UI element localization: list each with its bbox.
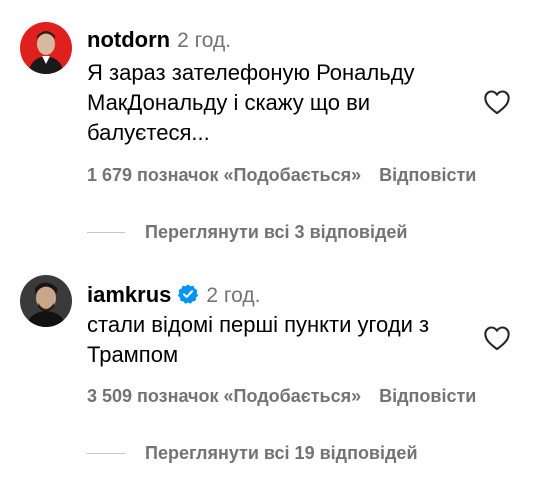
avatar[interactable] xyxy=(20,22,72,74)
view-replies-button[interactable]: Переглянути всі 3 відповідей xyxy=(87,222,408,243)
username[interactable]: notdorn xyxy=(87,27,170,53)
view-replies-label: Переглянути всі 3 відповідей xyxy=(145,222,408,242)
like-button[interactable] xyxy=(483,89,511,115)
timestamp[interactable]: 2 год. xyxy=(177,29,231,53)
comment-header: notdorn 2 год. xyxy=(87,27,231,53)
reply-button[interactable]: Відповісти xyxy=(379,386,476,406)
like-button[interactable] xyxy=(483,325,511,351)
comment-meta: 1 679 позначок «Подобається» Відповісти xyxy=(87,165,476,186)
reply-button[interactable]: Відповісти xyxy=(379,165,476,185)
divider xyxy=(87,453,125,454)
avatar[interactable] xyxy=(20,275,72,327)
comment-meta: 3 509 позначок «Подобається» Відповісти xyxy=(87,386,476,407)
divider xyxy=(87,232,125,233)
heart-outline-icon xyxy=(484,326,510,351)
timestamp[interactable]: 2 год. xyxy=(206,284,260,308)
avatar-image xyxy=(20,22,72,74)
like-count[interactable]: 3 509 позначок «Подобається» xyxy=(87,386,361,406)
view-replies-label: Переглянути всі 19 відповідей xyxy=(145,443,418,463)
heart-outline-icon xyxy=(484,90,510,115)
view-replies-button[interactable]: Переглянути всі 19 відповідей xyxy=(87,443,418,464)
avatar-image xyxy=(20,275,72,327)
username[interactable]: iamkrus xyxy=(87,282,171,308)
comment-text: Я зараз зателефоную Рональду МакДональду… xyxy=(87,60,415,145)
comment-text: стали відомі перші пункти угоди з Трампо… xyxy=(87,312,430,367)
comment-header: iamkrus 2 год. xyxy=(87,280,260,308)
verified-badge-icon xyxy=(177,283,199,305)
like-count[interactable]: 1 679 позначок «Подобається» xyxy=(87,165,361,185)
